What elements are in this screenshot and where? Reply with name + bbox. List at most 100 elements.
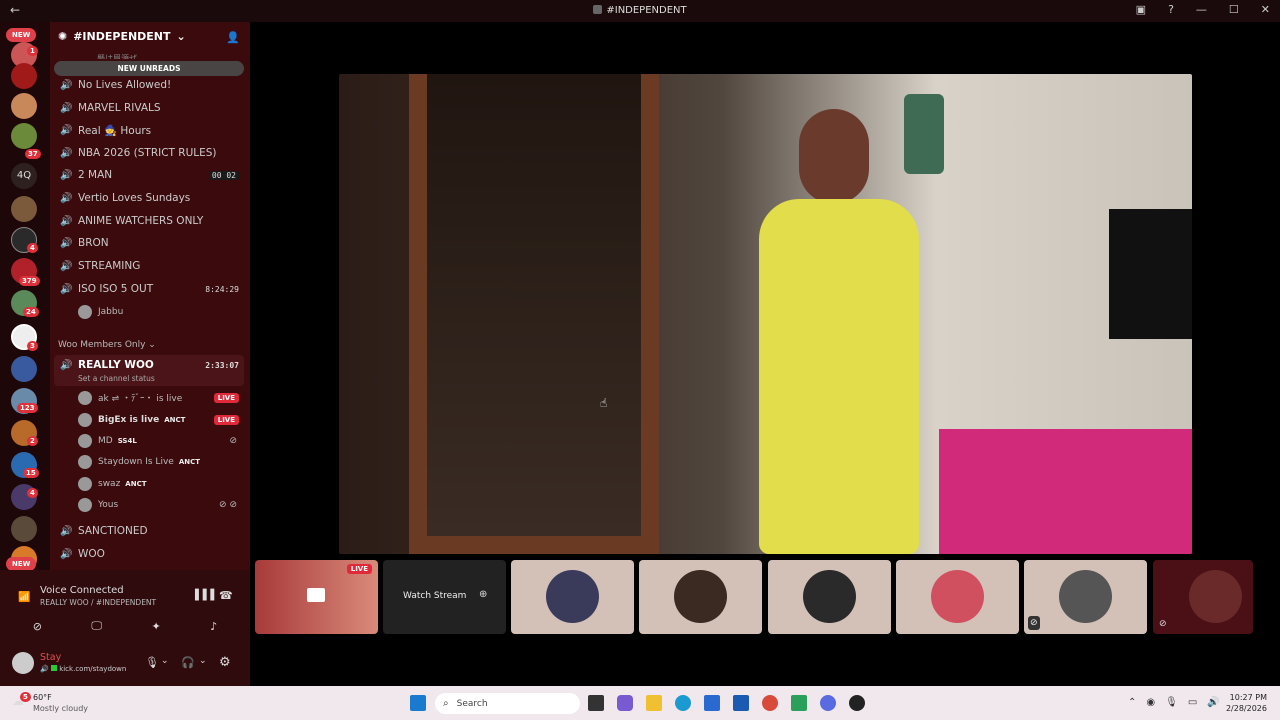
outlook-icon[interactable] [733, 695, 749, 711]
voice-channel[interactable]: 🔊 MARVEL RIVALS [60, 98, 245, 118]
new-top-pill[interactable]: NEW [6, 28, 37, 42]
voice-channel[interactable]: 🔊 WOO [60, 544, 245, 564]
speaker-icon: 🔊 [60, 215, 73, 227]
muted-icon: ⊘ [229, 435, 237, 446]
chevron-down-icon[interactable]: ⌄ [199, 656, 207, 666]
server-badge: 123 [17, 403, 38, 413]
voice-status: Voice Connected [40, 585, 124, 596]
microphone-icon[interactable]: 🎙 [1165, 697, 1178, 708]
deafened-icon: ⊘ [1028, 616, 1040, 630]
voice-user[interactable]: MD SS4L ⊘ [78, 431, 243, 450]
channel-icon [593, 5, 603, 14]
screen-share-icon [307, 588, 325, 602]
new-bottom-pill[interactable]: NEW [6, 557, 37, 571]
voice-channel[interactable]: 🔊 ISO ISO 5 OUT 8:24:29 [60, 279, 245, 299]
server-icon[interactable] [11, 93, 37, 119]
tray-app-icon[interactable]: ◉ [1146, 697, 1155, 708]
door-frame [409, 74, 659, 554]
chevron-up-icon[interactable]: ⌃ [1128, 697, 1136, 708]
voice-location[interactable]: REALLY WOO / #INDEPENDENT [40, 598, 156, 607]
copilot-icon[interactable] [617, 695, 633, 711]
edge-icon[interactable] [675, 695, 691, 711]
participant-tile[interactable]: ⊘ [1024, 560, 1147, 634]
discord-icon[interactable] [820, 695, 836, 711]
arrow-app-icon[interactable] [791, 695, 807, 711]
voice-channel[interactable]: 🔊 No Lives Allowed! [60, 75, 245, 95]
avatar[interactable] [12, 652, 34, 674]
clock[interactable]: 10:27 PM 2/28/2026 [1225, 693, 1267, 713]
help-icon[interactable]: ? [1168, 3, 1174, 16]
voice-channel[interactable]: 🔊 STREAMING [60, 256, 245, 276]
voice-channel[interactable]: 🔊 Vertio Loves Sundays [60, 188, 245, 208]
participant-tile[interactable] [511, 560, 634, 634]
avatar [931, 570, 984, 623]
new-unreads-bar[interactable]: NEW UNREADS [54, 61, 244, 76]
obs-icon[interactable] [849, 695, 865, 711]
minimize-button[interactable]: — [1196, 3, 1207, 16]
settings-gear-icon[interactable]: ⚙ [219, 655, 231, 670]
server-icon[interactable] [11, 63, 37, 89]
chevron-down-icon: ⌄ [176, 30, 186, 43]
voice-channel[interactable]: 🔊 2 MAN 00 02 [60, 165, 245, 185]
voice-user[interactable]: BigEx is live ANCT LIVE [78, 410, 243, 429]
avatar [78, 304, 92, 319]
stream-video[interactable] [339, 74, 1192, 554]
avatar [78, 433, 92, 448]
server-icon[interactable] [11, 123, 37, 149]
voice-user[interactable]: Staydown Is Live ANCT [78, 452, 243, 471]
voice-user[interactable]: ak ⇌ ・ﾃﾞｰ・ is live LIVE [78, 388, 243, 407]
participant-tile[interactable]: ⊘ [1153, 560, 1253, 634]
watch-stream-tile[interactable]: Watch Stream ⊕ [383, 560, 506, 634]
avatar [78, 476, 92, 491]
voice-channel[interactable]: 🔊 NBA 2026 (STRICT RULES) [60, 143, 245, 163]
speaker-icon: 🔊 [60, 525, 73, 537]
speaker-icon: 🔊 [60, 102, 73, 114]
avatar [1059, 570, 1112, 623]
task-view-icon[interactable] [588, 695, 604, 711]
noise-suppression-icon[interactable]: ▌▌▌ [195, 590, 218, 601]
voice-channel[interactable]: 🔊 SANCTIONED [60, 521, 245, 541]
server-icon[interactable] [11, 516, 37, 542]
inbox-icon[interactable]: ▣ [1136, 3, 1146, 16]
category-header[interactable]: Woo Members Only ⌄ [58, 340, 156, 350]
deafened-icon: ⊘ ⊘ [219, 499, 237, 510]
participant-tile[interactable] [768, 560, 891, 634]
microphone-icon[interactable]: 🎙 [145, 656, 159, 669]
server-icon[interactable] [11, 196, 37, 222]
add-member-icon[interactable]: 👤 [226, 31, 240, 44]
camera-off-icon[interactable]: ⊘ [33, 620, 42, 633]
server-4q[interactable]: 4Q [11, 163, 37, 189]
user-name: Stay [40, 652, 62, 663]
voice-user[interactable]: Yous ⊘ ⊘ [78, 495, 243, 514]
server-badge: 15 [23, 468, 39, 478]
server-badge: 3 [27, 341, 38, 351]
voice-user[interactable]: swaz ANCT [78, 474, 243, 493]
chrome-icon[interactable] [762, 695, 778, 711]
participant-tile[interactable] [639, 560, 762, 634]
store-icon[interactable] [704, 695, 720, 711]
volume-icon[interactable]: 🔊 [1207, 697, 1219, 708]
disconnect-icon[interactable]: ☎ [219, 589, 233, 602]
participant-tile[interactable] [896, 560, 1019, 634]
activities-icon[interactable]: ✦ [152, 620, 161, 633]
taskbar-search[interactable]: ⌕ Search [435, 693, 580, 714]
close-button[interactable]: ✕ [1261, 3, 1270, 16]
screen-share-icon[interactable]: 🖵 [91, 619, 102, 633]
soundboard-icon[interactable]: ♪ [210, 620, 217, 633]
maximize-button[interactable]: ☐ [1229, 3, 1239, 16]
display-icon[interactable]: ▭ [1188, 697, 1197, 708]
server-icon[interactable] [11, 356, 37, 382]
voice-channel[interactable]: 🔊 BRON [60, 233, 245, 253]
windows-start-icon[interactable] [410, 695, 426, 711]
headphones-icon[interactable]: 🎧 [181, 656, 195, 669]
voice-channel[interactable]: 🔊 ANIME WATCHERS ONLY [60, 211, 245, 231]
weather-widget[interactable]: ☁ 5 60°F Mostly cloudy [10, 692, 100, 716]
file-explorer-icon[interactable] [646, 695, 662, 711]
channel-status[interactable]: Set a channel status [78, 374, 155, 383]
chevron-down-icon[interactable]: ⌄ [161, 656, 169, 666]
voice-channel[interactable]: 🔊 Real 🧙 Hours [60, 120, 245, 140]
cursor-icon: ☝ [600, 396, 608, 410]
stream-thumbnail[interactable]: LIVE [255, 560, 378, 634]
guild-header[interactable]: ✺ #INDEPENDENT ⌄ [58, 30, 186, 43]
voice-user[interactable]: Jabbu [78, 302, 243, 321]
